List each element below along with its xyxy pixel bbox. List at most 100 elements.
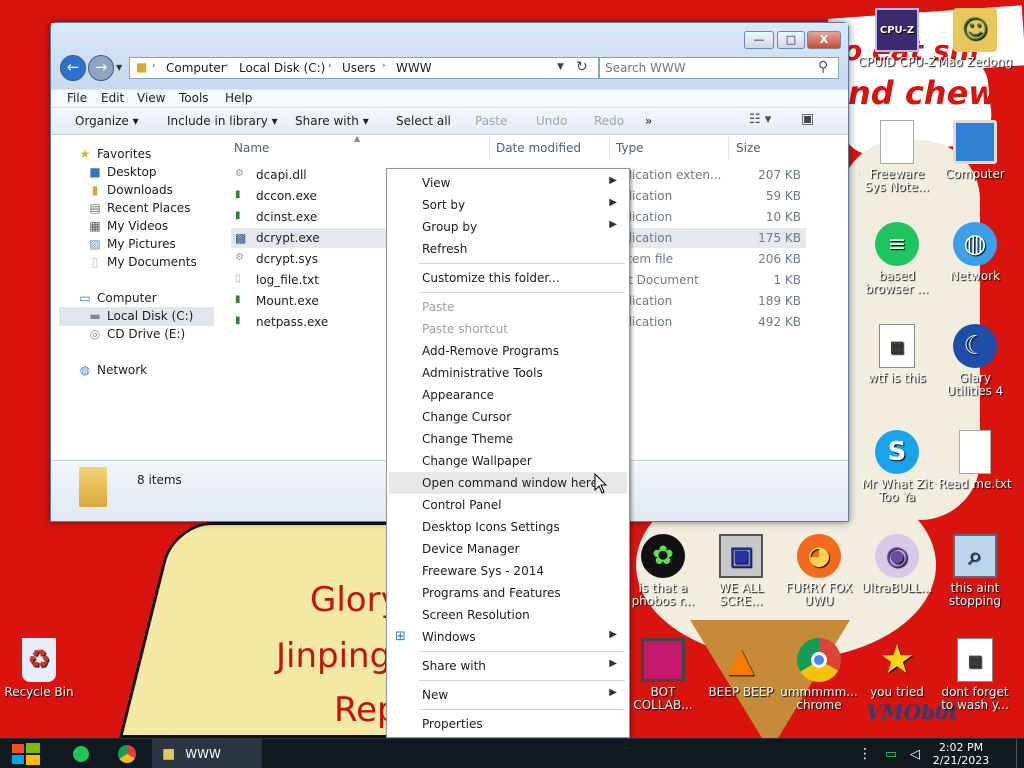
breadcrumb-local-disk[interactable]: Local Disk (C:) — [239, 61, 325, 75]
menu-item-group-by[interactable]: Group by ▶ — [389, 216, 627, 238]
nav-favorites[interactable]: ★ Favorites — [77, 147, 152, 161]
desktop-icon-weall[interactable]: ▣ WE ALL SCRE... — [702, 534, 780, 608]
menu-item-change-cursor[interactable]: Change Cursor — [389, 406, 627, 428]
menu-view[interactable]: View — [137, 91, 165, 105]
back-button[interactable]: ← — [60, 55, 86, 81]
close-button[interactable]: X — [807, 31, 841, 49]
menu-item-customize[interactable]: Customize this folder... — [389, 267, 627, 289]
column-size[interactable]: Size — [736, 141, 761, 155]
preview-pane-icon[interactable]: ▣ — [801, 111, 814, 127]
menu-item-share-with[interactable]: Share with ▶ — [389, 655, 627, 677]
nav-videos[interactable]: ▦ My Videos — [87, 219, 168, 233]
taskbar-app-chrome[interactable] — [112, 739, 142, 768]
nav-pictures[interactable]: ▨ My Pictures — [87, 237, 175, 251]
minimize-button[interactable]: — — [744, 31, 774, 49]
tray-overflow-icon[interactable]: ⋮ — [858, 739, 872, 768]
desktop-icon-freeware[interactable]: Freeware Sys Note... — [858, 120, 936, 194]
nav-computer[interactable]: ▭ Computer — [77, 291, 156, 305]
menu-item-new[interactable]: New ▶ — [389, 684, 627, 706]
column-date-modified[interactable]: Date modified — [496, 141, 581, 155]
paste-button[interactable]: Paste — [475, 114, 507, 128]
history-dropdown-icon[interactable]: ▼ — [116, 63, 122, 72]
search-box[interactable]: ⚲ — [599, 57, 839, 79]
show-desktop-button[interactable] — [1016, 739, 1024, 768]
menu-item-paste[interactable]: Paste — [389, 296, 627, 318]
address-bar[interactable]: ■ › Computer › Local Disk (C:) › Users ›… — [129, 57, 599, 79]
desktop-icon-mrwhat[interactable]: S Mr What Zit Too Ya — [858, 430, 936, 504]
desktop-icon-chrome[interactable]: ummmmm... chrome — [780, 638, 858, 712]
nav-recent-places[interactable]: ▤ Recent Places — [87, 201, 190, 215]
nav-documents[interactable]: ▯ My Documents — [87, 255, 197, 269]
menu-item-open-command-window[interactable]: Open command window here — [389, 472, 627, 494]
menu-edit[interactable]: Edit — [101, 91, 124, 105]
start-button[interactable] — [8, 739, 44, 768]
desktop-icon-wtf[interactable]: ▦ wtf is this — [858, 324, 936, 385]
undo-button[interactable]: Undo — [536, 114, 567, 128]
column-name[interactable]: Name — [234, 141, 269, 155]
view-options-icon[interactable]: ☷ ▾ — [749, 112, 771, 127]
volume-icon[interactable]: ◁ — [904, 739, 926, 768]
nav-downloads[interactable]: ▮ Downloads — [87, 183, 173, 197]
menu-item-view[interactable]: View ▶ — [389, 172, 627, 194]
menu-item-properties[interactable]: Properties — [389, 713, 627, 735]
menu-item-programs-and-features[interactable]: Programs and Features — [389, 582, 627, 604]
nav-desktop[interactable]: ■ Desktop — [87, 165, 156, 179]
system-clock[interactable]: 2:02 PM 2/21/2023 — [926, 741, 996, 767]
desktop-icon-furry[interactable]: ◕ FURRY FOX UWU — [780, 534, 858, 608]
desktop-icon-phobos[interactable]: ✿ is that a phobos r... — [624, 534, 702, 608]
desktop-icon-mao[interactable]: ☺ Mao Zedong — [936, 8, 1014, 69]
nav-cd-drive[interactable]: ◎ CD Drive (E:) — [87, 327, 185, 341]
menu-item-device-manager[interactable]: Device Manager — [389, 538, 627, 560]
desktop-icon-ultra[interactable]: ◉ UltraBULL... — [858, 534, 936, 595]
taskbar-explorer-www[interactable]: ■ WWW — [152, 739, 262, 768]
column-type[interactable]: Type — [616, 141, 644, 155]
desktop-icon-dontforget[interactable]: ▦ dont forget to wash y... — [936, 638, 1014, 712]
desktop-icon-recycle-bin[interactable]: ♻ Recycle Bin — [0, 638, 78, 699]
menu-tools[interactable]: Tools — [179, 91, 209, 105]
menu-item-freeware-sys[interactable]: Freeware Sys - 2014 — [389, 560, 627, 582]
nav-local-disk[interactable]: ▬ Local Disk (C:) — [87, 309, 193, 323]
maximize-button[interactable]: □ — [777, 31, 805, 49]
menu-item-appearance[interactable]: Appearance — [389, 384, 627, 406]
desktop-icon-cpuz[interactable]: CPU-Z CPUID CPU-Z — [858, 8, 936, 69]
desktop-icon-thisaint[interactable]: ⌕this aint stopping di... — [936, 534, 1014, 608]
breadcrumb-www[interactable]: WWW — [396, 61, 432, 75]
desktop-icon-network[interactable]: ◍ Network — [936, 222, 1014, 283]
menu-item-desktop-icons-settings[interactable]: Desktop Icons Settings — [389, 516, 627, 538]
menu-item-sort-by[interactable]: Sort by ▶ — [389, 194, 627, 216]
more-commands-button[interactable]: » — [645, 114, 652, 128]
breadcrumb-users[interactable]: Users — [342, 61, 376, 75]
menu-help[interactable]: Help — [225, 91, 252, 105]
menu-item-change-theme[interactable]: Change Theme — [389, 428, 627, 450]
forward-button[interactable]: → — [88, 55, 114, 81]
network-tray-icon[interactable]: ▭ — [880, 739, 902, 768]
menu-file[interactable]: File — [67, 91, 87, 105]
search-icon[interactable]: ⚲ — [818, 59, 828, 75]
chevron-down-icon[interactable]: ▼ — [557, 62, 564, 72]
refresh-icon[interactable]: ↻ — [576, 59, 588, 75]
desktop-icon-botcollab[interactable]: BOT COLLAB... — [624, 638, 702, 712]
redo-button[interactable]: Redo — [594, 114, 624, 128]
organize-button[interactable]: Organize ▾ — [75, 114, 139, 128]
search-input[interactable] — [605, 60, 810, 76]
breadcrumb-computer[interactable]: Computer — [166, 61, 226, 75]
menu-item-administrative-tools[interactable]: Administrative Tools — [389, 362, 627, 384]
menu-item-control-panel[interactable]: Control Panel — [389, 494, 627, 516]
nav-network[interactable]: ◍ Network — [77, 363, 147, 377]
menu-item-change-wallpaper[interactable]: Change Wallpaper — [389, 450, 627, 472]
menu-item-screen-resolution[interactable]: Screen Resolution — [389, 604, 627, 626]
menu-item-paste-shortcut[interactable]: Paste shortcut — [389, 318, 627, 340]
desktop-icon-readme[interactable]: Read me.txt — [936, 430, 1014, 491]
include-in-library-button[interactable]: Include in library ▾ — [167, 114, 278, 128]
desktop-icon-glary[interactable]: ☾ Glary Utilities 4 — [936, 324, 1014, 398]
desktop-icon-computer[interactable]: Computer — [936, 120, 1014, 181]
menu-item-windows[interactable]: ⊞ Windows ▶ — [389, 626, 627, 648]
desktop-icon-beep[interactable]: ▲ BEEP BEEP — [702, 638, 780, 699]
desktop-icon-based-browser[interactable]: ≡ based browser ... — [858, 222, 936, 296]
menu-item-refresh[interactable]: Refresh — [389, 238, 627, 260]
menu-item-add-remove-programs[interactable]: Add-Remove Programs — [389, 340, 627, 362]
taskbar-app-chat[interactable] — [66, 739, 96, 768]
share-with-button[interactable]: Share with ▾ — [295, 114, 369, 128]
select-all-button[interactable]: Select all — [396, 114, 451, 128]
desktop-icon-youtried[interactable]: ★ you tried — [858, 638, 936, 699]
